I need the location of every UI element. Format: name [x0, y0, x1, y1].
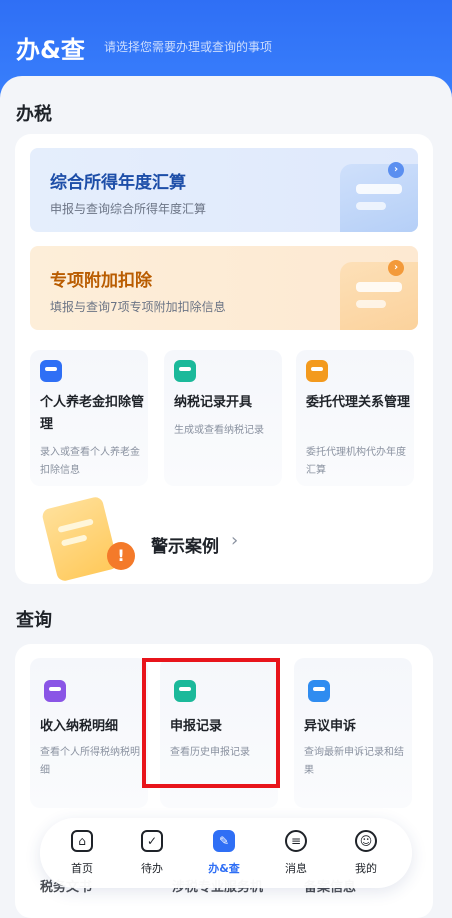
bottom-nav: ⌂ 首页 ✓ 待办 ✎ 办&查 ≡ 消息 ☺ 我的	[40, 818, 412, 888]
home-icon: ⌂	[71, 830, 93, 852]
section-title-query: 查询	[16, 610, 52, 631]
special-deduction-banner[interactable]: 专项附加扣除 填报与查询7项专项附加扣除信息 ›	[30, 246, 418, 330]
nav-label: 办&查	[208, 862, 240, 875]
income-detail-icon	[44, 680, 66, 702]
nav-todo[interactable]: ✓ 待办	[128, 830, 176, 880]
page-title: 办&查	[16, 36, 85, 64]
highlight-box	[142, 658, 280, 788]
tile-desc: 委托代理机构代办年度汇算	[306, 447, 406, 476]
handle-query-icon: ✎	[213, 830, 235, 852]
message-icon: ≡	[285, 830, 307, 852]
chevron-right-icon: ›	[231, 530, 239, 551]
tile-appeal[interactable]: 异议申诉 查询最新申诉记录和结果	[294, 658, 412, 808]
nav-handle-query[interactable]: ✎ 办&查	[200, 830, 248, 880]
tile-income-detail[interactable]: 收入纳税明细 查看个人所得税纳税明细	[30, 658, 148, 808]
nav-messages[interactable]: ≡ 消息	[272, 830, 320, 880]
chevron-right-icon: ›	[388, 260, 404, 276]
tile-agent-management[interactable]: 委托代理关系管理 委托代理机构代办年度汇算	[296, 350, 414, 486]
tile-title: 个人养老金扣除管理	[40, 395, 145, 432]
nav-label: 待办	[141, 862, 163, 875]
tile-title: 纳税记录开具	[174, 395, 253, 410]
warning-cases-row[interactable]: ! 警示案例 ›	[15, 495, 433, 584]
profile-icon: ☺	[355, 830, 377, 852]
nav-label: 我的	[355, 862, 377, 875]
agent-icon	[306, 360, 328, 382]
tile-desc: 录入或查看个人养老金扣除信息	[40, 447, 140, 476]
tile-desc: 查看个人所得税纳税明细	[40, 747, 140, 776]
annual-settlement-banner[interactable]: 综合所得年度汇算 申报与查询综合所得年度汇算 ›	[30, 148, 418, 232]
banner-title: 综合所得年度汇算	[50, 173, 186, 193]
page-subtitle: 请选择您需要办理或查询的事项	[104, 40, 273, 54]
chevron-right-icon: ›	[388, 162, 404, 178]
banner-desc: 申报与查询综合所得年度汇算	[50, 202, 207, 216]
document-edit-icon	[340, 262, 418, 330]
pension-card-icon	[40, 360, 62, 382]
tile-desc: 查询最新申诉记录和结果	[304, 747, 404, 776]
tile-title: 委托代理关系管理	[306, 395, 411, 410]
tax-record-icon	[174, 360, 196, 382]
section-title-tax: 办税	[16, 104, 52, 125]
tile-desc: 生成或查看纳税记录	[174, 425, 264, 436]
calculator-icon	[340, 164, 418, 232]
tile-pension-deduction[interactable]: 个人养老金扣除管理 录入或查看个人养老金扣除信息	[30, 350, 148, 486]
nav-label: 消息	[285, 862, 307, 875]
nav-home[interactable]: ⌂ 首页	[58, 830, 106, 880]
tile-title: 异议申诉	[304, 719, 357, 734]
appeal-icon	[308, 680, 330, 702]
tile-title: 收入纳税明细	[40, 719, 119, 734]
nav-label: 首页	[71, 862, 93, 875]
warning-cases-label: 警示案例	[151, 537, 219, 557]
tile-tax-record[interactable]: 纳税记录开具 生成或查看纳税记录	[164, 350, 282, 486]
banner-desc: 填报与查询7项专项附加扣除信息	[50, 300, 226, 314]
banner-title: 专项附加扣除	[50, 271, 152, 291]
calendar-check-icon: ✓	[141, 830, 163, 852]
clipboard-alert-icon: !	[31, 495, 135, 583]
nav-profile[interactable]: ☺ 我的	[342, 830, 390, 880]
